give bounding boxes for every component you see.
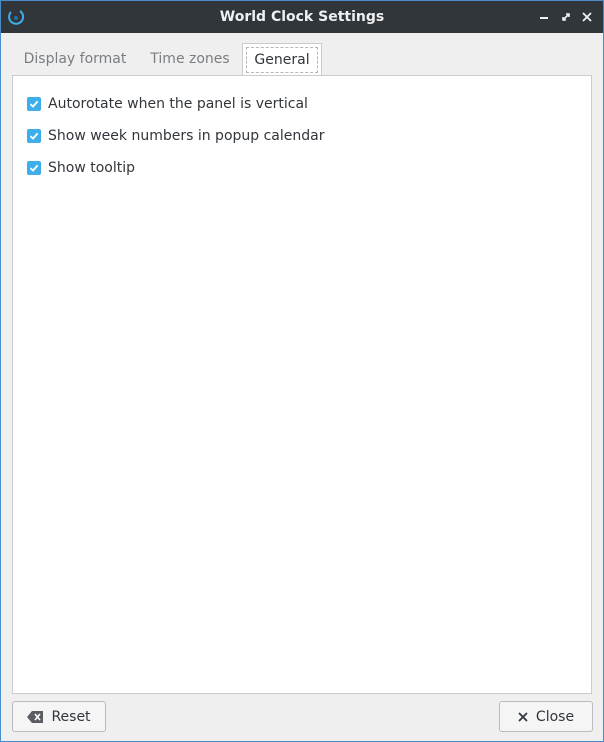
title-bar[interactable]: World Clock Settings	[1, 1, 603, 33]
checkmark-icon	[29, 132, 39, 140]
tooltip-option[interactable]: Show tooltip	[27, 158, 135, 178]
tooltip-checkbox[interactable]	[27, 161, 41, 175]
autorotate-option[interactable]: Autorotate when the panel is vertical	[27, 94, 308, 114]
window-title: World Clock Settings	[219, 9, 385, 25]
tab-general[interactable]: General	[242, 43, 322, 76]
minimize-icon	[540, 17, 548, 19]
settings-window: World Clock Settings Display format Time…	[0, 0, 604, 742]
tab-general-label: General	[254, 52, 310, 68]
tab-display-format[interactable]: Display format	[12, 43, 138, 75]
x-icon	[518, 711, 528, 722]
close-button[interactable]: Close	[499, 701, 593, 732]
reset-label: Reset	[51, 708, 91, 725]
close-label: Close	[535, 708, 575, 725]
checkmark-icon	[29, 100, 39, 108]
clear-icon	[27, 710, 44, 723]
week-numbers-checkbox[interactable]	[27, 129, 41, 143]
tab-time-zones[interactable]: Time zones	[140, 43, 240, 75]
week-numbers-label: Show week numbers in popup calendar	[48, 128, 325, 144]
week-numbers-option[interactable]: Show week numbers in popup calendar	[27, 126, 324, 146]
autorotate-label: Autorotate when the panel is vertical	[48, 96, 308, 112]
maximize-button[interactable]	[557, 8, 575, 26]
minimize-button[interactable]	[535, 8, 553, 26]
general-panel: Autorotate when the panel is vertical Sh…	[12, 75, 592, 694]
reset-button[interactable]: Reset	[12, 701, 106, 732]
close-icon	[582, 12, 592, 22]
tooltip-label: Show tooltip	[48, 160, 136, 176]
close-window-button[interactable]	[578, 8, 596, 26]
autorotate-checkbox[interactable]	[27, 97, 41, 111]
checkmark-icon	[29, 164, 39, 172]
maximize-icon	[562, 13, 570, 21]
